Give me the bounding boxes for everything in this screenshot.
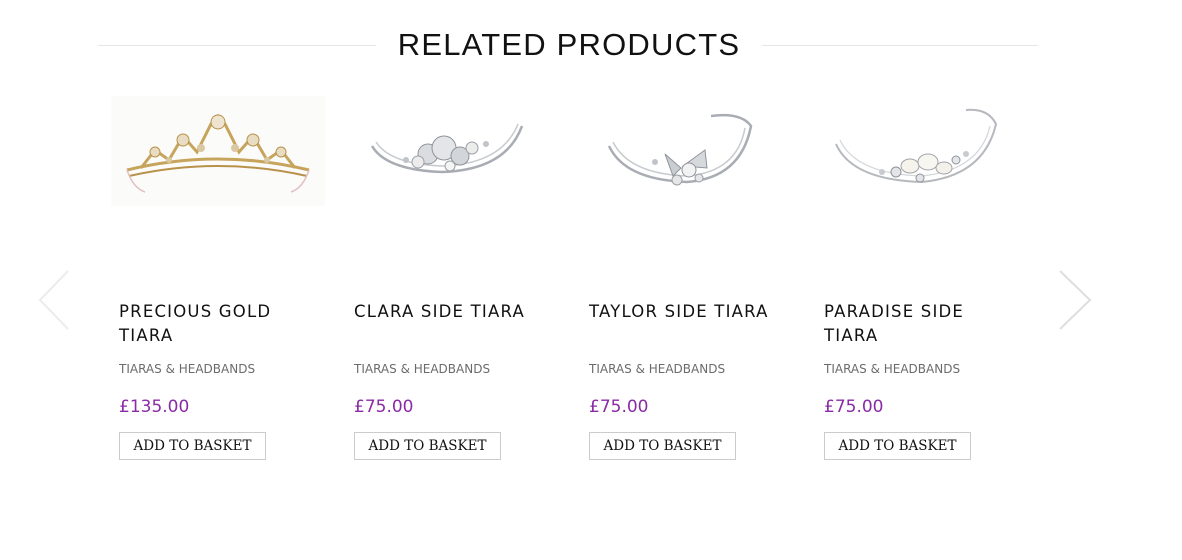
product-image[interactable] [111, 96, 325, 206]
chevron-right-icon [1059, 270, 1092, 330]
heading-divider-left [98, 45, 376, 46]
product-name[interactable]: PRECIOUS GOLD TIARA [119, 300, 319, 348]
product-category[interactable]: TIARAS & HEADBANDS [589, 362, 725, 376]
product-price: £135.00 [119, 397, 190, 417]
silver-side-tiara-image [370, 123, 524, 174]
silver-side-tiara-image [607, 113, 753, 186]
product-image[interactable] [581, 96, 795, 206]
add-to-basket-button[interactable]: ADD TO BASKET [824, 432, 971, 460]
product-name[interactable]: CLARA SIDE TIARA [354, 300, 554, 324]
chevron-left-icon [38, 270, 69, 330]
heading-divider-right [762, 45, 1038, 46]
product-category[interactable]: TIARAS & HEADBANDS [354, 362, 490, 376]
product-category[interactable]: TIARAS & HEADBANDS [119, 362, 255, 376]
product-card-paradise-side-tiara: PARADISE SIDE TIARA TIARAS & HEADBANDS £… [824, 96, 1039, 476]
product-category[interactable]: TIARAS & HEADBANDS [824, 362, 960, 376]
carousel-prev-button[interactable] [34, 268, 74, 332]
product-card-precious-gold-tiara: PRECIOUS GOLD TIARA TIARAS & HEADBANDS £… [111, 96, 334, 476]
add-to-basket-button[interactable]: ADD TO BASKET [589, 432, 736, 460]
product-card-clara-side-tiara: CLARA SIDE TIARA TIARAS & HEADBANDS £75.… [354, 96, 569, 476]
product-price: £75.00 [824, 397, 884, 417]
product-card-taylor-side-tiara: TAYLOR SIDE TIARA TIARAS & HEADBANDS £75… [589, 96, 804, 476]
gold-tiara-image [111, 96, 325, 206]
product-image[interactable] [816, 96, 1030, 206]
section-heading: RELATED PRODUCTS [98, 22, 1038, 68]
add-to-basket-button[interactable]: ADD TO BASKET [354, 432, 501, 460]
product-name[interactable]: TAYLOR SIDE TIARA [589, 300, 789, 324]
add-to-basket-button[interactable]: ADD TO BASKET [119, 432, 266, 460]
product-image[interactable] [346, 96, 560, 206]
product-name[interactable]: PARADISE SIDE TIARA [824, 300, 1024, 348]
carousel-next-button[interactable] [1056, 268, 1096, 332]
section-title: RELATED PRODUCTS [397, 27, 741, 62]
product-price: £75.00 [354, 397, 414, 417]
product-price: £75.00 [589, 397, 649, 417]
silver-pearl-tiara-image [835, 108, 998, 184]
